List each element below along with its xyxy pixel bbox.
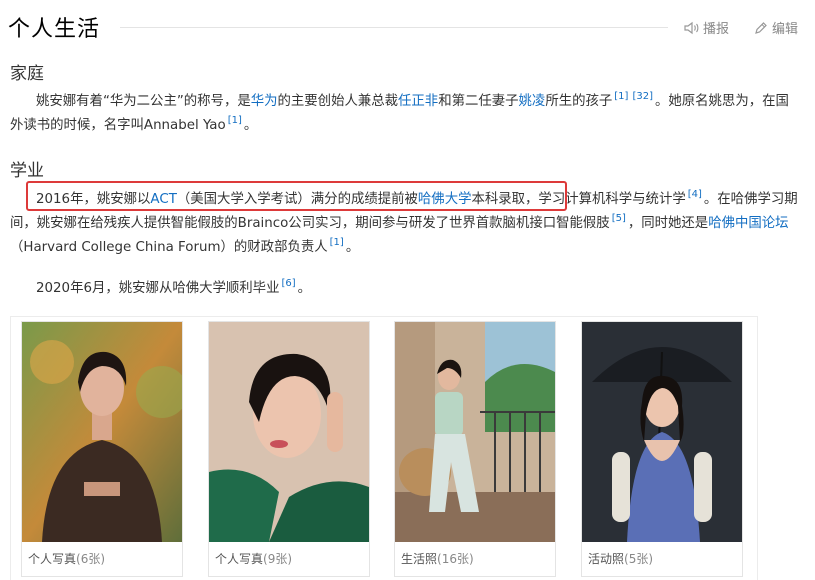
gallery-card-1[interactable]: 个人写真(6张): [21, 321, 183, 577]
section-header: 个人生活 播报 编辑: [8, 6, 808, 46]
text: 的主要创始人兼总裁: [277, 94, 399, 109]
heading-education: 学业: [10, 161, 44, 181]
pencil-icon: [754, 21, 768, 35]
reference-1c[interactable]: [1]: [330, 237, 344, 248]
text: 和第二任妻子: [438, 94, 519, 109]
text: 2020年6月，姚安娜从哈佛大学顺利毕业: [36, 281, 280, 296]
paragraph-graduation: 2020年6月，姚安娜从哈佛大学顺利毕业 [6]。: [10, 277, 800, 301]
gallery-card-3[interactable]: 生活照(16张): [394, 321, 556, 577]
reference-4[interactable]: [4]: [688, 189, 702, 200]
play-label: 播报: [703, 22, 730, 37]
title-divider: [120, 27, 668, 28]
caption-label: 生活照: [401, 552, 438, 566]
caption-label: 活动照: [588, 552, 625, 566]
caption-count: (5张): [624, 552, 654, 566]
section-title: 个人生活: [8, 17, 101, 42]
play-button[interactable]: 播报: [684, 18, 729, 37]
text: 。: [243, 118, 258, 133]
reference-5[interactable]: [5]: [612, 213, 626, 224]
photo-portrait-2: [209, 322, 369, 542]
reference-1b[interactable]: [1]: [228, 115, 242, 126]
photo-gallery: 个人写真(6张) 个人写真(9张) 生活照(16张) 活动照(5张): [10, 316, 758, 580]
caption-count: (16张): [437, 552, 474, 566]
text: （Harvard College China Forum）的财政部负责人: [10, 240, 328, 255]
link-yao-ling[interactable]: 姚凌: [519, 94, 546, 109]
reference-32[interactable]: [32]: [632, 91, 653, 102]
heading-family: 家庭: [10, 64, 44, 84]
link-huawei[interactable]: 华为: [251, 94, 278, 109]
text: 。: [345, 240, 360, 255]
paragraph-family: 姚安娜有着“华为二公主”的称号，是华为的主要创始人兼总裁任正非和第二任妻子姚凌所…: [10, 90, 800, 138]
gallery-caption-4: 活动照(5张): [588, 550, 653, 567]
gallery-card-4[interactable]: 活动照(5张): [581, 321, 743, 577]
gallery-caption-1: 个人写真(6张): [28, 550, 105, 567]
text: ，同时她还是: [627, 216, 709, 231]
caption-count: (6张): [76, 552, 106, 566]
text: 姚安娜有着“华为二公主”的称号，是: [36, 94, 251, 109]
gallery-caption-2: 个人写真(9张): [215, 550, 292, 567]
gallery-card-2[interactable]: 个人写真(9张): [208, 321, 370, 577]
photo-portrait-1: [22, 322, 182, 542]
link-harvard-china-forum[interactable]: 哈佛中国论坛: [708, 216, 788, 231]
edit-label: 编辑: [772, 22, 799, 37]
photo-event: [582, 322, 742, 542]
link-ren-zhengfei[interactable]: 任正非: [398, 94, 438, 109]
caption-label: 个人写真: [215, 552, 264, 566]
caption-count: (9张): [263, 552, 293, 566]
text: 所生的孩子: [545, 94, 613, 109]
caption-label: 个人写真: [28, 552, 77, 566]
photo-lifestyle: [395, 322, 555, 542]
speaker-icon: [684, 21, 699, 35]
reference-6[interactable]: [6]: [281, 278, 295, 289]
reference-1[interactable]: [1]: [614, 91, 628, 102]
edit-button[interactable]: 编辑: [754, 18, 798, 37]
text: 。: [297, 281, 312, 296]
gallery-caption-3: 生活照(16张): [401, 550, 474, 567]
highlight-annotation-box: [26, 181, 567, 211]
